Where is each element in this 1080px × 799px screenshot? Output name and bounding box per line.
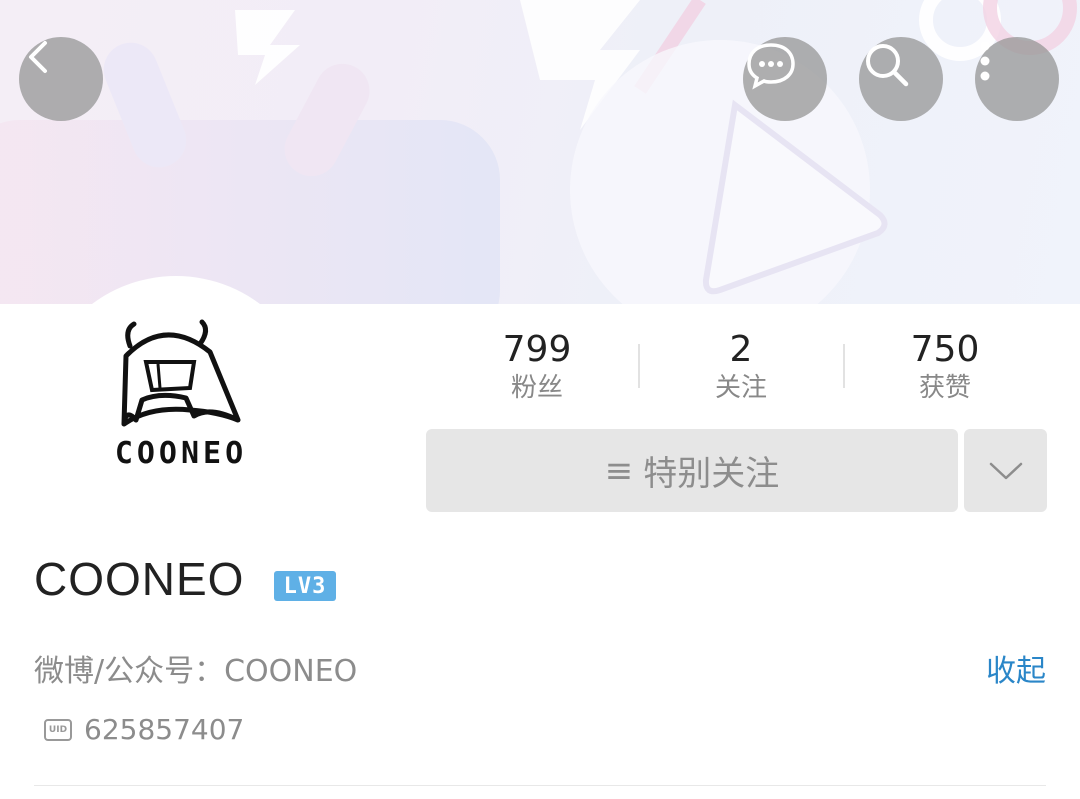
level-badge[interactable]: LV3 — [274, 571, 336, 601]
stat-following-value: 2 — [729, 329, 753, 370]
avatar-brand-text: COONEO — [114, 436, 248, 471]
stat-followers[interactable]: 799 粉丝 — [437, 328, 637, 404]
uid-row: UID 625857407 — [44, 713, 244, 746]
profile-description: 微博/公众号：COONEO — [34, 654, 358, 689]
stat-likes-value: 750 — [910, 329, 980, 370]
stat-following-label: 关注 — [714, 373, 767, 403]
special-follow-label: 特别关注 — [643, 454, 780, 494]
profile-banner — [0, 0, 1080, 304]
uid-icon: UID — [44, 718, 72, 741]
section-divider — [34, 785, 1046, 786]
message-button[interactable] — [743, 37, 827, 121]
stat-likes[interactable]: 750 获赞 — [845, 328, 1045, 404]
stat-following[interactable]: 2 关注 — [641, 328, 841, 404]
profile-name: COONEO — [34, 553, 245, 605]
search-button[interactable] — [859, 37, 943, 121]
stat-followers-label: 粉丝 — [510, 373, 563, 403]
more-button[interactable] — [975, 37, 1059, 121]
chat-bubble-icon — [747, 43, 795, 90]
special-follow-button[interactable]: ≡ 特别关注 — [426, 429, 958, 512]
chevron-left-icon — [29, 41, 47, 73]
back-button[interactable] — [19, 37, 103, 121]
more-vertical-icon — [980, 41, 990, 81]
uid-value[interactable]: 625857407 — [84, 713, 244, 746]
menu-icon: ≡ — [604, 450, 634, 491]
stat-divider — [638, 344, 640, 388]
stat-likes-label: 获赞 — [918, 373, 971, 403]
follow-dropdown-button[interactable] — [964, 429, 1047, 512]
stat-followers-value: 799 — [502, 329, 572, 370]
search-icon — [866, 44, 909, 87]
collapse-link[interactable]: 收起 — [986, 646, 1046, 690]
chevron-down-icon — [989, 462, 1022, 479]
